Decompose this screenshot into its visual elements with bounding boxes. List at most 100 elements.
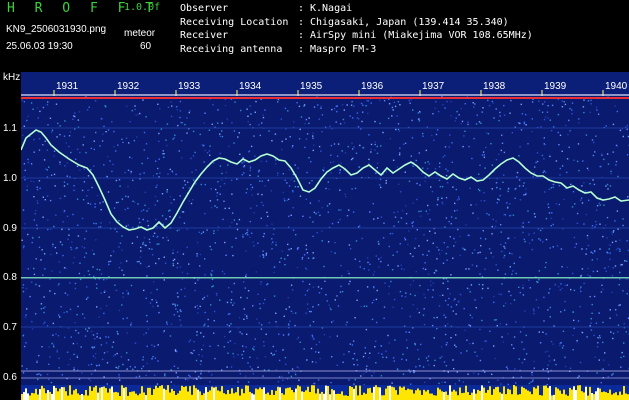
noise-speck bbox=[563, 198, 565, 201]
noise-speck bbox=[501, 283, 503, 285]
noise-speck bbox=[275, 321, 277, 323]
noise-speck bbox=[245, 273, 247, 276]
noise-speck bbox=[169, 216, 171, 218]
amplitude-bar bbox=[481, 385, 483, 400]
amplitude-bar bbox=[291, 390, 293, 400]
noise-speck bbox=[522, 287, 524, 289]
noise-speck bbox=[64, 120, 66, 122]
noise-speck bbox=[221, 130, 223, 132]
amplitude-bar bbox=[335, 394, 337, 400]
noise-speck bbox=[524, 310, 526, 312]
noise-speck bbox=[126, 368, 128, 370]
noise-speck bbox=[533, 312, 535, 315]
noise-speck bbox=[72, 262, 74, 264]
noise-speck bbox=[504, 273, 507, 275]
noise-speck bbox=[253, 212, 255, 214]
noise-speck bbox=[120, 262, 122, 264]
noise-speck bbox=[424, 381, 426, 384]
noise-speck bbox=[616, 110, 618, 113]
noise-speck bbox=[247, 290, 250, 292]
amplitude-bar bbox=[451, 391, 453, 400]
noise-speck bbox=[519, 199, 522, 201]
noise-speck bbox=[139, 256, 142, 258]
noise-speck bbox=[306, 268, 308, 270]
noise-speck bbox=[477, 252, 479, 254]
noise-speck bbox=[313, 106, 316, 108]
noise-speck bbox=[589, 183, 591, 185]
noise-speck bbox=[127, 207, 129, 209]
amplitude-bar bbox=[555, 387, 557, 400]
amplitude-bar bbox=[493, 389, 495, 400]
noise-speck bbox=[570, 288, 572, 291]
noise-speck bbox=[305, 198, 307, 200]
noise-speck bbox=[172, 252, 174, 254]
noise-speck bbox=[281, 140, 283, 143]
noise-speck bbox=[27, 158, 29, 161]
noise-speck bbox=[227, 164, 229, 166]
noise-speck bbox=[154, 195, 157, 198]
noise-speck bbox=[251, 194, 253, 196]
noise-speck bbox=[498, 199, 500, 201]
noise-speck bbox=[417, 349, 419, 351]
noise-speck bbox=[343, 122, 346, 124]
noise-speck bbox=[427, 213, 429, 215]
noise-speck bbox=[232, 352, 234, 355]
noise-speck bbox=[173, 198, 175, 201]
noise-speck bbox=[313, 144, 315, 146]
noise-speck bbox=[96, 365, 98, 367]
noise-speck bbox=[32, 180, 35, 183]
noise-speck bbox=[62, 254, 64, 257]
noise-speck bbox=[142, 365, 145, 368]
noise-speck bbox=[550, 130, 553, 132]
amplitude-bar bbox=[31, 392, 33, 400]
noise-speck bbox=[173, 314, 175, 316]
noise-speck bbox=[243, 308, 245, 310]
noise-speck bbox=[169, 196, 172, 198]
noise-speck bbox=[226, 324, 228, 326]
noise-speck bbox=[326, 205, 329, 207]
noise-speck bbox=[263, 232, 265, 235]
amplitude-bar bbox=[269, 394, 271, 400]
noise-speck bbox=[26, 119, 28, 122]
noise-speck bbox=[404, 237, 406, 239]
amplitude-bar bbox=[543, 385, 545, 400]
noise-speck bbox=[232, 254, 234, 257]
noise-speck bbox=[449, 292, 451, 295]
noise-speck bbox=[481, 154, 484, 156]
noise-speck bbox=[433, 139, 435, 141]
noise-speck bbox=[492, 102, 494, 104]
noise-speck bbox=[195, 359, 198, 362]
noise-speck bbox=[246, 315, 248, 317]
noise-speck bbox=[341, 290, 344, 293]
noise-speck bbox=[317, 304, 320, 306]
noise-speck bbox=[187, 379, 189, 381]
amplitude-bar bbox=[611, 394, 613, 400]
noise-speck bbox=[70, 248, 73, 251]
noise-speck bbox=[503, 245, 505, 248]
amplitude-bar bbox=[23, 392, 25, 400]
noise-speck bbox=[312, 149, 314, 152]
noise-speck bbox=[47, 101, 49, 103]
noise-speck bbox=[59, 133, 61, 136]
noise-speck bbox=[510, 294, 512, 297]
noise-speck bbox=[76, 342, 78, 345]
noise-speck bbox=[400, 217, 403, 219]
noise-speck bbox=[391, 269, 394, 271]
noise-speck bbox=[250, 145, 253, 148]
noise-speck bbox=[65, 142, 67, 144]
noise-speck bbox=[266, 224, 268, 227]
noise-speck bbox=[518, 155, 520, 157]
noise-speck bbox=[33, 273, 36, 276]
noise-speck bbox=[87, 175, 90, 177]
noise-speck bbox=[321, 230, 323, 232]
noise-speck bbox=[432, 113, 434, 115]
amplitude-bar bbox=[503, 386, 505, 400]
noise-speck bbox=[363, 268, 365, 270]
noise-speck bbox=[238, 317, 241, 319]
amplitude-bar bbox=[299, 386, 301, 400]
noise-speck bbox=[287, 334, 290, 336]
noise-speck bbox=[296, 338, 298, 340]
noise-speck bbox=[367, 100, 369, 102]
noise-speck bbox=[591, 225, 594, 227]
noise-speck bbox=[312, 132, 314, 134]
